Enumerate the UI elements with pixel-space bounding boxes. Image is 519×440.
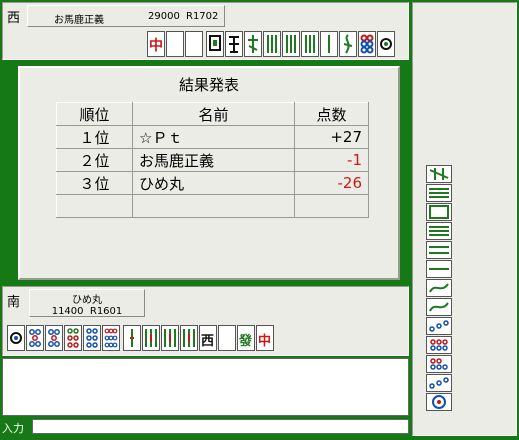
result-row: １位 ☆Ｐｔ +27	[56, 125, 369, 149]
tile-pin[interactable]	[377, 31, 395, 57]
result-rank	[56, 194, 133, 218]
result-rank: ３位	[56, 171, 133, 195]
tile-pin[interactable]	[426, 374, 452, 392]
south-player-name: ひめ丸	[72, 295, 102, 306]
result-header-row: 順位 名前 点数	[56, 102, 369, 126]
tile-pin[interactable]	[426, 317, 452, 335]
west-wind-label: 西	[7, 11, 21, 26]
tile-sou[interactable]	[426, 260, 452, 278]
tile-sou[interactable]	[142, 325, 160, 351]
tile-sou[interactable]	[225, 31, 243, 57]
tile-pin[interactable]	[426, 393, 452, 411]
tile-sou[interactable]	[426, 298, 452, 316]
tile-pin[interactable]	[102, 325, 120, 351]
tile-sou[interactable]	[426, 203, 452, 221]
tile-sou[interactable]	[282, 31, 300, 57]
tile-sou[interactable]	[180, 325, 198, 351]
south-player-panel: 南 ひめ丸 11400 R1601 西 發 中	[2, 286, 409, 356]
tile-hatsu[interactable]: 發	[237, 325, 255, 351]
south-nameplate: ひめ丸 11400 R1601	[29, 289, 145, 317]
tile-chun[interactable]: 中	[256, 325, 274, 351]
result-row-empty	[56, 194, 369, 218]
result-name: ☆Ｐｔ	[132, 125, 295, 149]
tile-pin[interactable]	[83, 325, 101, 351]
rank-header: 順位	[56, 102, 133, 126]
right-side-panel	[412, 2, 517, 436]
chun-char: 中	[258, 334, 272, 349]
east-discard-column	[426, 165, 454, 412]
tile-pin[interactable]	[358, 31, 376, 57]
west-char: 西	[201, 334, 215, 349]
tile-west[interactable]: 西	[199, 325, 217, 351]
tile-sou[interactable]	[301, 31, 319, 57]
tile-sou[interactable]	[320, 31, 338, 57]
west-hand: 中	[147, 31, 396, 57]
tile-blank[interactable]	[166, 31, 184, 57]
south-player-rating: R1601	[89, 306, 123, 317]
west-player-score: 29000	[148, 11, 180, 22]
tile-chun[interactable]: 中	[147, 31, 165, 57]
tile-sou[interactable]	[426, 165, 452, 183]
tile-blank[interactable]	[218, 325, 236, 351]
result-rank: ２位	[56, 148, 133, 172]
south-player-score: 11400	[51, 306, 84, 317]
tile-sou[interactable]	[339, 31, 357, 57]
south-wind-label: 南	[7, 295, 21, 310]
tile-pin[interactable]	[45, 325, 63, 351]
south-hand: 西 發 中	[7, 325, 275, 351]
tile-sou[interactable]	[123, 325, 141, 351]
tile-sou[interactable]	[244, 31, 262, 57]
tile-sou[interactable]	[426, 184, 452, 202]
south-score-line: 11400 R1601	[30, 306, 144, 317]
input-label: 入力	[2, 422, 24, 435]
tile-pin[interactable]	[426, 336, 452, 354]
chat-log[interactable]	[2, 358, 409, 416]
tile-pin[interactable]	[26, 325, 44, 351]
tile-sou[interactable]	[263, 31, 281, 57]
result-name	[132, 194, 295, 218]
result-row: ２位 お馬鹿正義 -1	[56, 148, 369, 172]
tile-pin[interactable]	[7, 325, 25, 351]
result-score: +27	[294, 125, 369, 149]
tile-sou[interactable]	[426, 222, 452, 240]
west-player-rating: R1702	[186, 11, 219, 22]
tile-blank[interactable]	[185, 31, 203, 57]
result-score: -26	[294, 171, 369, 195]
tile-sou[interactable]	[206, 31, 224, 57]
result-table: 順位 名前 点数 １位 ☆Ｐｔ +27 ２位 お馬鹿正義 -1 ３位 ひめ丸 -…	[56, 102, 369, 218]
west-player-name: お馬鹿正義	[54, 15, 104, 26]
score-header: 点数	[294, 102, 369, 126]
result-rank: １位	[56, 125, 133, 149]
result-name: お馬鹿正義	[132, 148, 295, 172]
result-row: ３位 ひめ丸 -26	[56, 171, 369, 195]
result-score	[294, 194, 369, 218]
chun-char: 中	[149, 38, 163, 54]
result-score: -1	[294, 148, 369, 172]
tile-sou[interactable]	[426, 241, 452, 259]
result-title: 結果発表	[178, 76, 239, 94]
chat-input[interactable]	[32, 419, 409, 434]
result-name: ひめ丸	[132, 171, 295, 195]
tile-pin[interactable]	[64, 325, 82, 351]
tile-sou[interactable]	[426, 279, 452, 297]
west-nameplate: お馬鹿正義 29000 R1702	[27, 5, 225, 27]
west-player-panel: 西 お馬鹿正義 29000 R1702 中	[2, 2, 409, 60]
hatsu-char: 發	[239, 334, 253, 349]
tile-sou[interactable]	[161, 325, 179, 351]
result-dialog: 結果発表 順位 名前 点数 １位 ☆Ｐｔ +27 ２位 お馬鹿正義 -1 ３位 …	[18, 66, 400, 280]
name-header: 名前	[132, 102, 295, 126]
input-bar: 入力	[0, 418, 411, 436]
tile-pin[interactable]	[426, 355, 452, 373]
